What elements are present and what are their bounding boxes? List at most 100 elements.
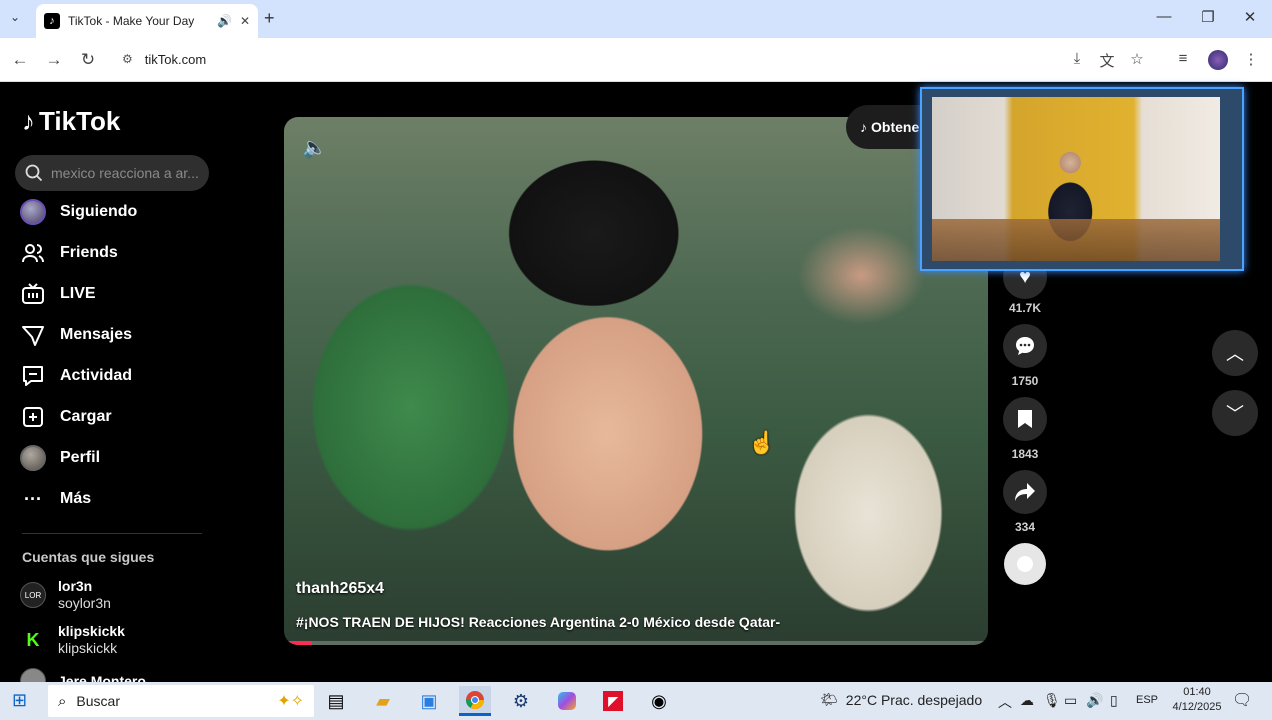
comment-count: 1750 xyxy=(1011,374,1039,388)
sidebar-item-activity[interactable]: Actividad xyxy=(20,361,220,391)
video-author[interactable]: thanh265x4 xyxy=(296,580,384,598)
webcam-floor xyxy=(932,219,1220,261)
activity-icon xyxy=(20,363,46,389)
previous-video-button[interactable]: ︿ xyxy=(1212,330,1258,376)
amd-icon[interactable]: ◤ xyxy=(597,686,629,716)
comment-button[interactable] xyxy=(1003,324,1047,368)
messages-icon xyxy=(20,322,46,348)
volume-tray-icon[interactable]: 🔊 xyxy=(1086,692,1103,709)
save-count: 1843 xyxy=(1011,447,1039,461)
sidebar-item-following[interactable]: Siguiendo xyxy=(20,197,220,227)
following-account-item[interactable]: K klipskickk klipskickk xyxy=(20,623,220,657)
tab-audio-icon[interactable]: 🔊 xyxy=(217,14,232,28)
search-icon xyxy=(25,164,43,182)
search-input[interactable]: mexico reacciona a ar... xyxy=(15,155,209,191)
media-control-icon[interactable]: ≡ xyxy=(1172,50,1194,67)
file-explorer-icon[interactable]: ▰ xyxy=(367,686,399,716)
address-bar[interactable]: ⚙ tikTok.com xyxy=(112,44,1062,74)
like-count: 41.7K xyxy=(1008,301,1042,315)
tab-close-icon[interactable]: ✕ xyxy=(240,14,250,28)
tiktok-logo[interactable]: ♪ TikTok xyxy=(22,106,120,137)
language-indicator[interactable]: ESP xyxy=(1136,694,1158,706)
back-button[interactable]: ← xyxy=(8,48,32,72)
chevron-down-icon: ﹀ xyxy=(1226,404,1244,424)
sidebar-item-live[interactable]: LIVE xyxy=(20,279,220,309)
sidebar-item-label: Siguiendo xyxy=(60,203,138,220)
install-app-icon[interactable]: ⤓ xyxy=(1066,50,1088,67)
notifications-icon[interactable]: 🗨 xyxy=(1232,690,1252,710)
tab-title: TikTok - Make Your Day xyxy=(68,14,195,28)
account-name: lor3n xyxy=(58,578,93,594)
microphone-icon[interactable]: 🎙 xyxy=(1043,692,1061,709)
sidebar-item-profile[interactable]: Perfil xyxy=(20,443,220,473)
save-button[interactable] xyxy=(1003,397,1047,441)
weather-icon: 🌤 xyxy=(820,691,838,707)
sidebar-item-label: Más xyxy=(60,490,92,507)
video-caption: #¡NOS TRAEN DE HIJOS! Reacciones Argenti… xyxy=(296,614,781,630)
account-username: klipskickk xyxy=(58,640,118,656)
live-icon xyxy=(20,281,46,307)
sparkle-icon: ✦✧ xyxy=(277,693,304,710)
battery-icon[interactable]: ▯ xyxy=(1110,692,1118,709)
tray-overflow-icon[interactable]: ︿ xyxy=(998,692,1012,712)
sidebar-item-messages[interactable]: Mensajes xyxy=(20,320,220,350)
volume-icon[interactable]: 🔈 xyxy=(302,135,327,160)
clock[interactable]: 01:40 4/12/2025 xyxy=(1168,685,1226,715)
account-avatar: LOR xyxy=(20,582,46,608)
recording-app-icon[interactable]: ◉ xyxy=(643,686,675,716)
taskbar-search[interactable]: ⌕ Buscar ✦✧ xyxy=(48,685,314,717)
weather-text: 22°C Prac. despejado xyxy=(845,691,983,708)
account-name: klipskickk xyxy=(58,623,125,639)
forward-button[interactable]: → xyxy=(42,48,66,72)
following-account-item[interactable]: LOR lor3n soylor3n xyxy=(20,578,220,612)
browser-tab[interactable]: ♪ TikTok - Make Your Day 🔊 ✕ xyxy=(36,4,258,38)
search-icon: ⌕ xyxy=(58,692,67,710)
sidebar-item-label: Friends xyxy=(60,244,118,261)
friends-icon xyxy=(20,240,46,266)
minimize-button[interactable]: — xyxy=(1154,8,1174,25)
task-view-icon[interactable]: ▤ xyxy=(320,686,352,716)
translate-icon[interactable]: 文 xyxy=(1096,50,1118,71)
store-icon[interactable]: ▣ xyxy=(413,686,445,716)
following-avatar-icon xyxy=(20,199,46,225)
video-progress-bar[interactable] xyxy=(284,641,988,645)
sidebar-divider xyxy=(22,533,202,534)
chrome-menu-icon[interactable]: ⋮ xyxy=(1240,50,1262,68)
tab-search-icon[interactable]: ⌄ xyxy=(10,10,20,24)
video-player[interactable]: 🔈 thanh265x4 #¡NOS TRAEN DE HIJOS! Reacc… xyxy=(284,117,988,645)
more-icon: ··· xyxy=(24,488,42,509)
clock-date: 4/12/2025 xyxy=(1172,701,1222,713)
account-username: soylor3n xyxy=(58,595,111,611)
onedrive-icon[interactable]: ☁ xyxy=(1020,692,1034,709)
browser-toolbar: ← → ↻ ⚙ tikTok.com ⤓ 文 ☆ ≡ ⋮ xyxy=(0,38,1272,82)
bookmark-star-icon[interactable]: ☆ xyxy=(1126,50,1148,68)
chrome-icon[interactable] xyxy=(459,686,491,716)
close-window-button[interactable]: ✕ xyxy=(1240,8,1260,26)
reload-button[interactable]: ↻ xyxy=(76,48,100,72)
network-icon[interactable]: ▭ xyxy=(1064,692,1077,709)
hand-cursor-icon: ☝ xyxy=(748,430,776,455)
webcam-overlay xyxy=(920,87,1244,271)
following-accounts-heading: Cuentas que sigues xyxy=(22,549,155,565)
profile-avatar[interactable] xyxy=(1208,50,1228,70)
taskbar-search-label: Buscar xyxy=(76,693,120,709)
restore-button[interactable]: ❐ xyxy=(1198,8,1218,26)
weather-widget[interactable]: 🌤 22°C Prac. despejado xyxy=(820,691,982,708)
chevron-up-icon: ︿ xyxy=(1226,344,1244,364)
next-video-button[interactable]: ﹀ xyxy=(1212,390,1258,436)
share-button[interactable] xyxy=(1003,470,1047,514)
tiktok-favicon-icon: ♪ xyxy=(44,13,60,29)
browser-tab-strip: ⌄ ♪ TikTok - Make Your Day 🔊 ✕ + — ❐ ✕ xyxy=(0,0,1272,38)
start-button[interactable]: ⊞ xyxy=(12,690,27,711)
video-progress-fill xyxy=(284,641,313,645)
site-info-icon[interactable]: ⚙ xyxy=(122,52,133,66)
steam-icon[interactable]: ⚙ xyxy=(505,686,537,716)
copilot-icon[interactable] xyxy=(551,686,583,716)
sidebar-item-more[interactable]: ··· Más xyxy=(20,484,220,514)
sidebar-item-label: Cargar xyxy=(60,408,112,425)
music-disc-avatar[interactable] xyxy=(1004,543,1046,585)
new-tab-button[interactable]: + xyxy=(264,8,275,29)
sidebar-item-friends[interactable]: Friends xyxy=(20,238,220,268)
sidebar-item-upload[interactable]: Cargar xyxy=(20,402,220,432)
tiktok-small-icon: ♪ xyxy=(860,119,867,135)
